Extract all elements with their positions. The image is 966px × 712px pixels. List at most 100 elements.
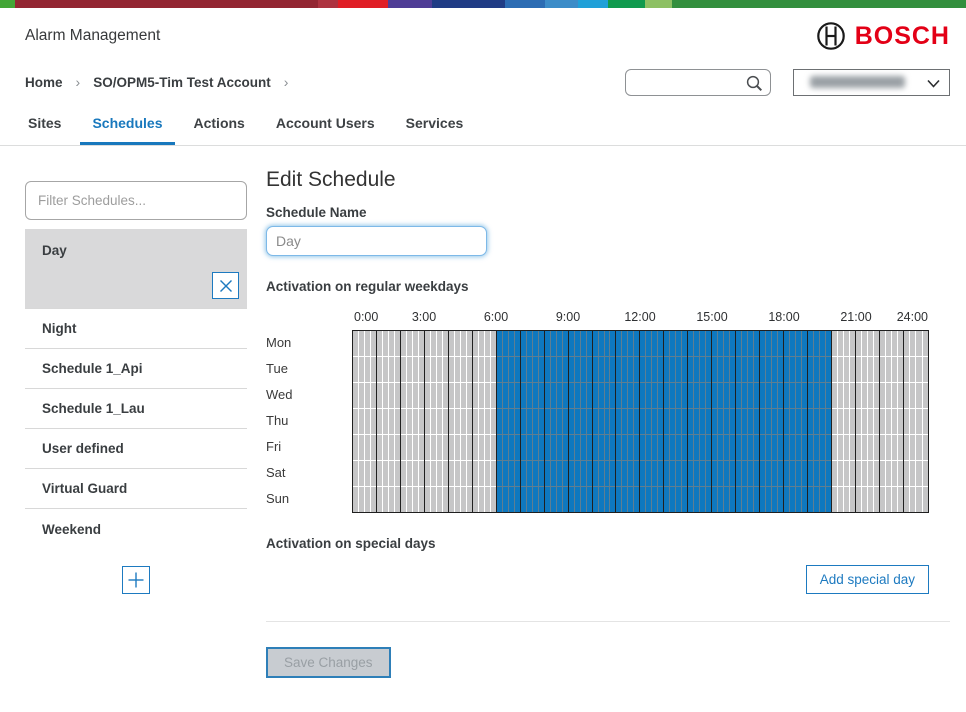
- schedule-cell[interactable]: [790, 383, 795, 408]
- schedule-cell[interactable]: [479, 487, 484, 512]
- schedule-cell[interactable]: [820, 435, 825, 460]
- schedule-cell[interactable]: [923, 357, 928, 382]
- schedule-cell[interactable]: [628, 435, 633, 460]
- schedule-cell[interactable]: [712, 487, 717, 512]
- schedule-cell[interactable]: [455, 357, 460, 382]
- schedule-cell[interactable]: [742, 357, 747, 382]
- schedule-cell[interactable]: [377, 357, 382, 382]
- schedule-cell[interactable]: [509, 383, 514, 408]
- schedule-cell[interactable]: [856, 357, 861, 382]
- schedule-cell[interactable]: [826, 487, 831, 512]
- schedule-cell[interactable]: [736, 357, 741, 382]
- schedule-cell[interactable]: [587, 383, 592, 408]
- schedule-cell[interactable]: [383, 357, 388, 382]
- schedule-cell[interactable]: [832, 409, 837, 434]
- schedule-cell[interactable]: [712, 357, 717, 382]
- schedule-cell[interactable]: [904, 331, 909, 356]
- schedule-cell[interactable]: [832, 331, 837, 356]
- schedule-cell[interactable]: [616, 461, 621, 486]
- schedule-cell[interactable]: [353, 487, 358, 512]
- schedule-cell[interactable]: [407, 487, 412, 512]
- schedule-cell[interactable]: [443, 357, 448, 382]
- schedule-cell[interactable]: [754, 487, 759, 512]
- schedule-cell[interactable]: [467, 487, 472, 512]
- schedule-cell[interactable]: [646, 487, 651, 512]
- schedule-cell[interactable]: [862, 357, 867, 382]
- schedule-cell[interactable]: [730, 383, 735, 408]
- schedule-cell[interactable]: [880, 409, 885, 434]
- schedule-cell[interactable]: [533, 487, 538, 512]
- schedule-cell[interactable]: [425, 331, 430, 356]
- schedule-cell[interactable]: [616, 409, 621, 434]
- schedule-cell[interactable]: [778, 357, 783, 382]
- schedule-cell[interactable]: [545, 383, 550, 408]
- schedule-cell[interactable]: [730, 435, 735, 460]
- schedule-cell[interactable]: [706, 487, 711, 512]
- schedule-cell[interactable]: [539, 383, 544, 408]
- schedule-cell[interactable]: [706, 383, 711, 408]
- schedule-cell[interactable]: [814, 435, 819, 460]
- schedule-cell[interactable]: [736, 487, 741, 512]
- schedule-cell[interactable]: [628, 357, 633, 382]
- schedule-cell[interactable]: [712, 435, 717, 460]
- schedule-cell[interactable]: [784, 357, 789, 382]
- schedule-cell[interactable]: [700, 357, 705, 382]
- schedule-cell[interactable]: [706, 357, 711, 382]
- schedule-cell[interactable]: [850, 487, 855, 512]
- schedule-cell[interactable]: [880, 383, 885, 408]
- schedule-cell[interactable]: [790, 331, 795, 356]
- schedule-cell[interactable]: [622, 435, 627, 460]
- schedule-cell[interactable]: [395, 409, 400, 434]
- schedule-list-item[interactable]: Day: [25, 229, 247, 309]
- schedule-cell[interactable]: [772, 461, 777, 486]
- schedule-cell[interactable]: [467, 383, 472, 408]
- schedule-cell[interactable]: [628, 383, 633, 408]
- schedule-cell[interactable]: [610, 331, 615, 356]
- schedule-cell[interactable]: [838, 487, 843, 512]
- schedule-cell[interactable]: [670, 383, 675, 408]
- schedule-cell[interactable]: [730, 357, 735, 382]
- schedule-cell[interactable]: [467, 461, 472, 486]
- schedule-cell[interactable]: [742, 409, 747, 434]
- schedule-cell[interactable]: [497, 331, 502, 356]
- schedule-cell[interactable]: [628, 461, 633, 486]
- schedule-cell[interactable]: [820, 357, 825, 382]
- schedule-cell[interactable]: [557, 435, 562, 460]
- schedule-cell[interactable]: [880, 487, 885, 512]
- schedule-cell[interactable]: [437, 331, 442, 356]
- schedule-cell[interactable]: [449, 331, 454, 356]
- schedule-cell[interactable]: [923, 435, 928, 460]
- schedule-cell[interactable]: [676, 435, 681, 460]
- schedule-cell[interactable]: [790, 461, 795, 486]
- schedule-cell[interactable]: [443, 487, 448, 512]
- schedule-cell[interactable]: [923, 331, 928, 356]
- schedule-cell[interactable]: [467, 435, 472, 460]
- schedule-cell[interactable]: [557, 357, 562, 382]
- schedule-cell[interactable]: [622, 409, 627, 434]
- schedule-cell[interactable]: [844, 435, 849, 460]
- schedule-cell[interactable]: [503, 409, 508, 434]
- schedule-cell[interactable]: [569, 383, 574, 408]
- schedule-cell[interactable]: [754, 357, 759, 382]
- save-changes-button[interactable]: Save Changes: [266, 647, 391, 678]
- schedule-cell[interactable]: [652, 357, 657, 382]
- schedule-cell[interactable]: [700, 435, 705, 460]
- schedule-cell[interactable]: [826, 409, 831, 434]
- schedule-cell[interactable]: [473, 383, 478, 408]
- schedule-cell[interactable]: [383, 487, 388, 512]
- schedule-cell[interactable]: [892, 331, 897, 356]
- schedule-cell[interactable]: [353, 383, 358, 408]
- schedule-cell[interactable]: [868, 487, 873, 512]
- schedule-cell[interactable]: [923, 487, 928, 512]
- schedule-cell[interactable]: [718, 409, 723, 434]
- schedule-cell[interactable]: [425, 487, 430, 512]
- schedule-cell[interactable]: [605, 435, 610, 460]
- schedule-cell[interactable]: [431, 461, 436, 486]
- schedule-cell[interactable]: [455, 409, 460, 434]
- schedule-cell[interactable]: [670, 409, 675, 434]
- schedule-cell[interactable]: [383, 383, 388, 408]
- schedule-cell[interactable]: [923, 383, 928, 408]
- schedule-cell[interactable]: [622, 487, 627, 512]
- schedule-cell[interactable]: [820, 331, 825, 356]
- schedule-cell[interactable]: [401, 383, 406, 408]
